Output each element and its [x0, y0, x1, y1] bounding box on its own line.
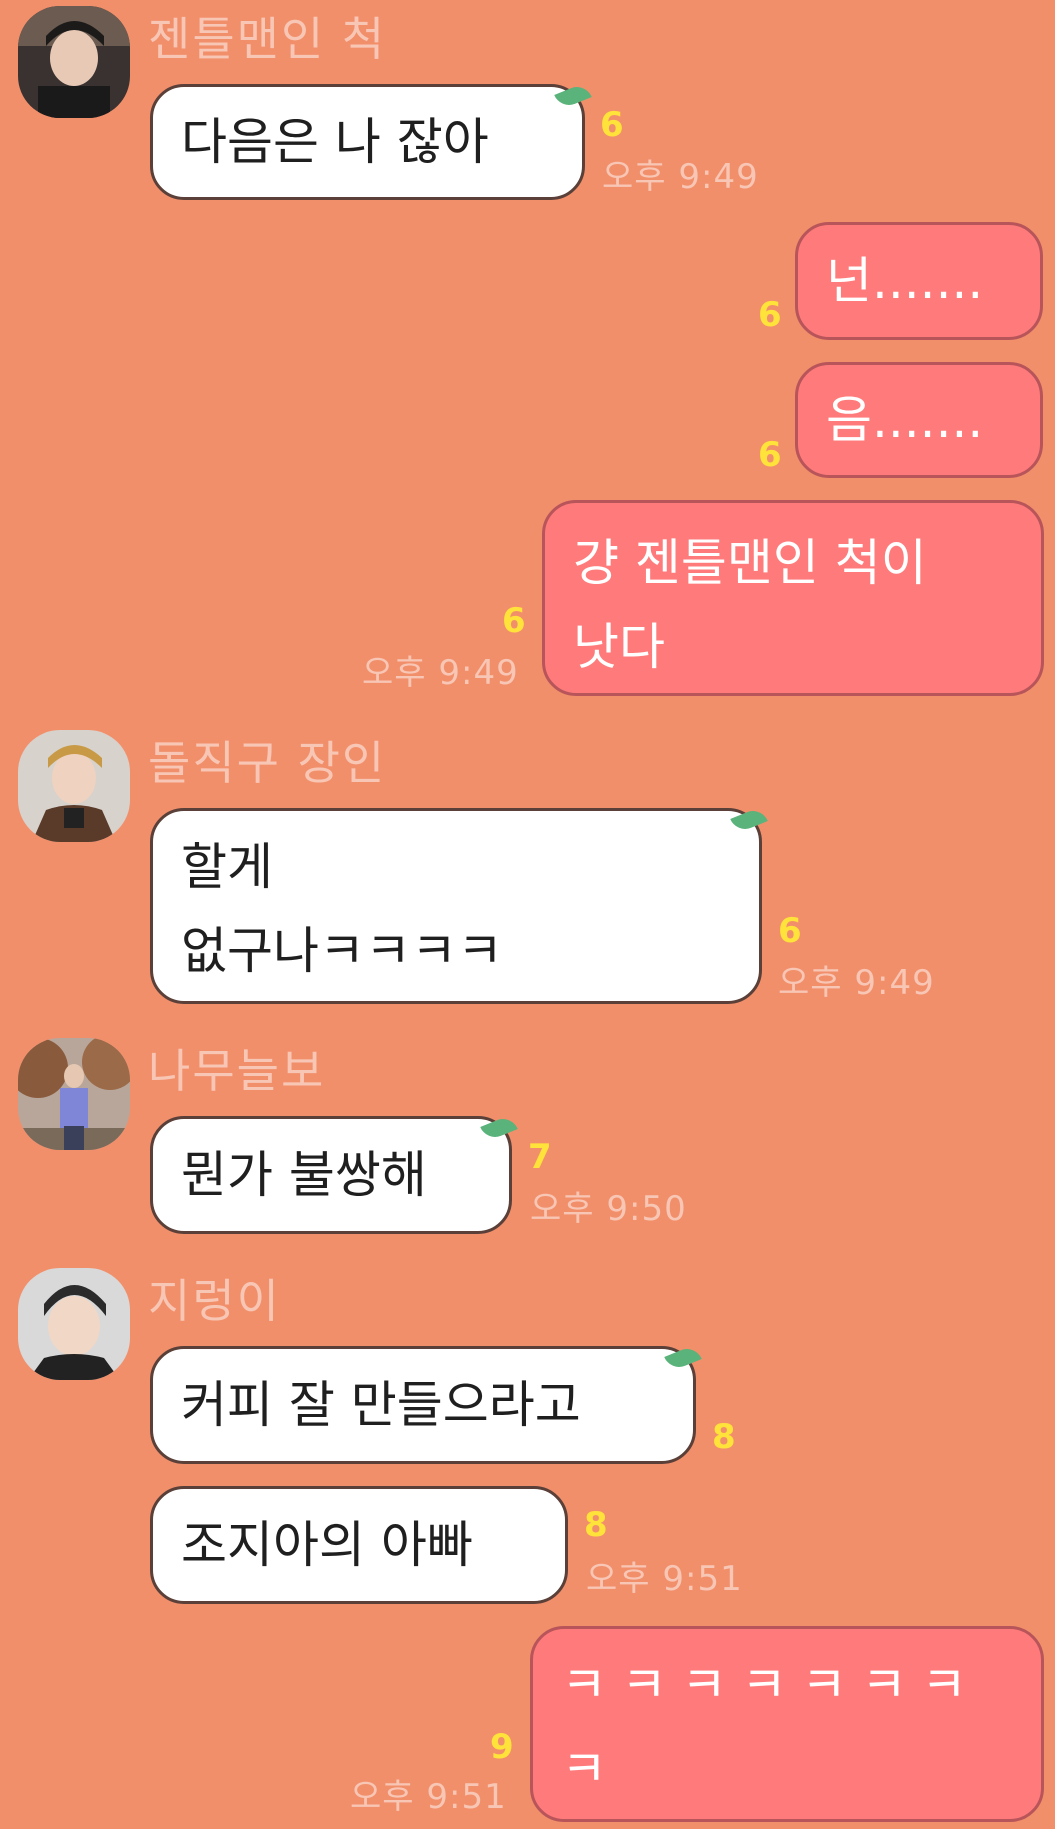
message-bubble[interactable]: 뭔가 불쌍해: [150, 1116, 512, 1234]
unread-count: 8: [712, 1417, 736, 1457]
message-text-line: ㅋㅋㅋㅋㅋㅋㅋ: [561, 1656, 981, 1714]
message-bubble[interactable]: ㅋㅋㅋㅋㅋㅋㅋ ㅋ: [530, 1626, 1044, 1822]
sender-name: 나무늘보: [148, 1044, 326, 1098]
message-text-line: 없구나ㅋㅋㅋㅋ: [181, 922, 503, 980]
avatar-gentleman[interactable]: [18, 6, 130, 118]
message-text: 넌.......: [826, 252, 984, 310]
message-text: 뭔가 불쌍해: [181, 1146, 427, 1204]
message-time: 오후 9:51: [586, 1559, 743, 1599]
sender-name: 젠틀맨인 척: [148, 12, 387, 66]
message-time: 오후 9:51: [350, 1777, 507, 1817]
message-bubble[interactable]: 조지아의 아빠: [150, 1486, 568, 1604]
unread-count: 6: [758, 435, 782, 475]
sender-name: 돌직구 장인: [148, 736, 387, 790]
message-text: 커피 잘 만들으라고: [181, 1376, 581, 1434]
message-time: 오후 9:49: [602, 157, 759, 197]
message-time: 오후 9:50: [530, 1189, 687, 1229]
unread-count: 6: [502, 601, 526, 641]
message-bubble[interactable]: 걍 젠틀맨인 척이 낫다: [542, 500, 1044, 696]
avatar-jireongi[interactable]: [18, 1268, 130, 1380]
chat-room: 젠틀맨인 척 다음은 나 잖아 6 오후 9:49 넌....... 6 음..…: [0, 0, 1055, 1829]
avatar-photo: [18, 1038, 130, 1150]
message-text: 음.......: [826, 391, 984, 449]
unread-count: 7: [528, 1137, 552, 1177]
avatar-photo: [18, 6, 130, 118]
avatar-photo: [18, 1268, 130, 1380]
unread-count: 8: [584, 1505, 608, 1545]
message-text-line: 할게: [181, 838, 273, 896]
avatar-namuneulbo[interactable]: [18, 1038, 130, 1150]
message-text-line: 걍 젠틀맨인 척이: [573, 534, 927, 592]
message-text: 다음은 나 잖아: [181, 113, 489, 171]
unread-count: 6: [758, 295, 782, 335]
message-bubble[interactable]: 커피 잘 만들으라고: [150, 1346, 696, 1464]
avatar-doljikgu[interactable]: [18, 730, 130, 842]
unread-count: 6: [600, 105, 624, 145]
unread-count: 6: [778, 911, 802, 951]
message-bubble[interactable]: 넌.......: [795, 222, 1043, 340]
avatar-photo: [18, 730, 130, 842]
sender-name: 지렁이: [148, 1274, 281, 1328]
message-text-line: ㅋ: [561, 1740, 607, 1798]
message-bubble[interactable]: 다음은 나 잖아: [150, 84, 585, 200]
message-bubble[interactable]: 음.......: [795, 362, 1043, 478]
message-time: 오후 9:49: [778, 963, 935, 1003]
unread-count: 9: [490, 1727, 514, 1767]
message-text-line: 낫다: [573, 618, 665, 676]
message-bubble[interactable]: 할게 없구나ㅋㅋㅋㅋ: [150, 808, 762, 1004]
message-text: 조지아의 아빠: [181, 1516, 473, 1574]
message-time: 오후 9:49: [362, 653, 519, 693]
